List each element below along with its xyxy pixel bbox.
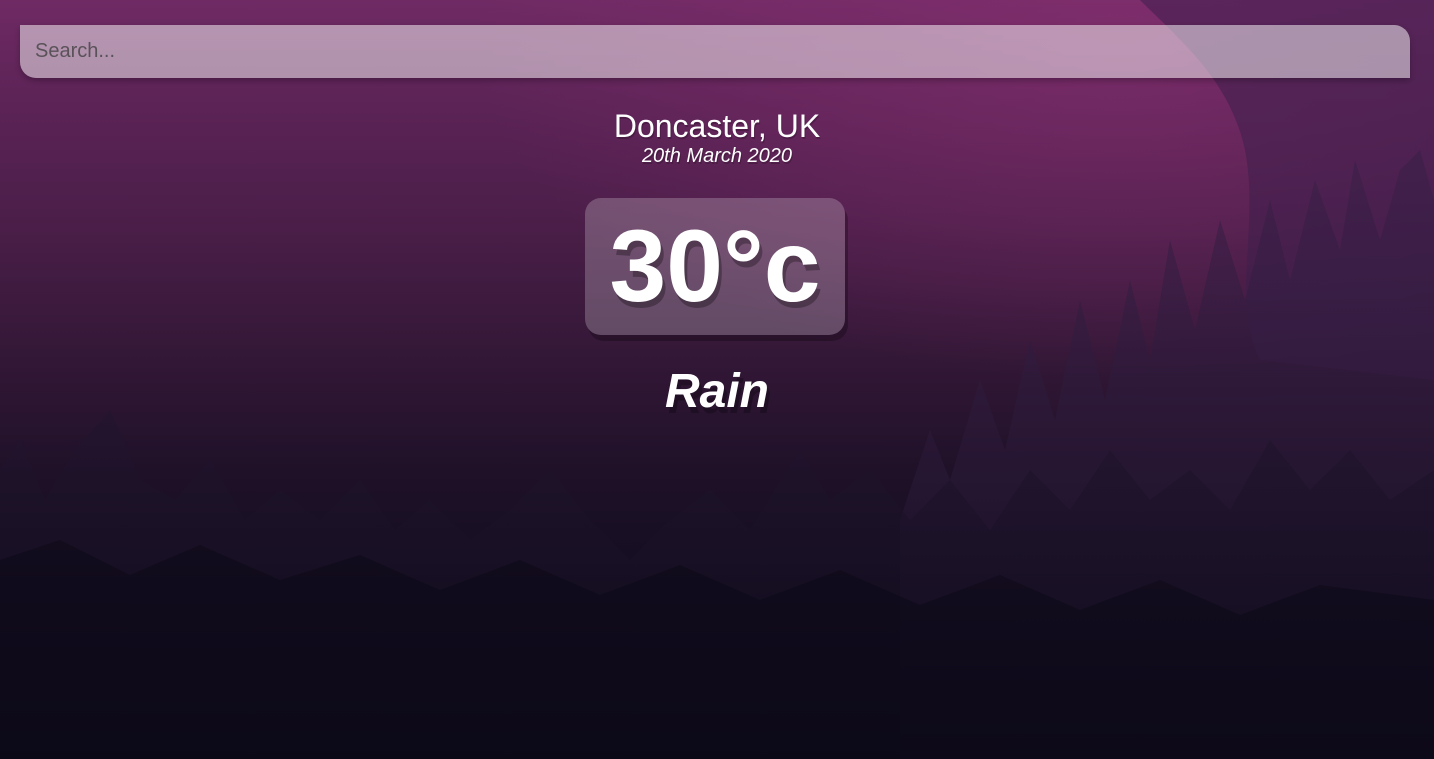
temperature-value: 30°c <box>609 209 821 323</box>
location-name: Doncaster, UK <box>613 108 821 144</box>
weather-condition: Rain <box>664 365 769 418</box>
date-label: 20th March 2020 <box>641 145 793 167</box>
location-box: Doncaster, UK 20th March 2020 <box>0 106 1434 168</box>
search-input[interactable] <box>20 25 1410 78</box>
weather-app: Doncaster, UK 20th March 2020 30°c Rain <box>0 0 1434 759</box>
temperature-box: 30°c <box>585 198 845 335</box>
